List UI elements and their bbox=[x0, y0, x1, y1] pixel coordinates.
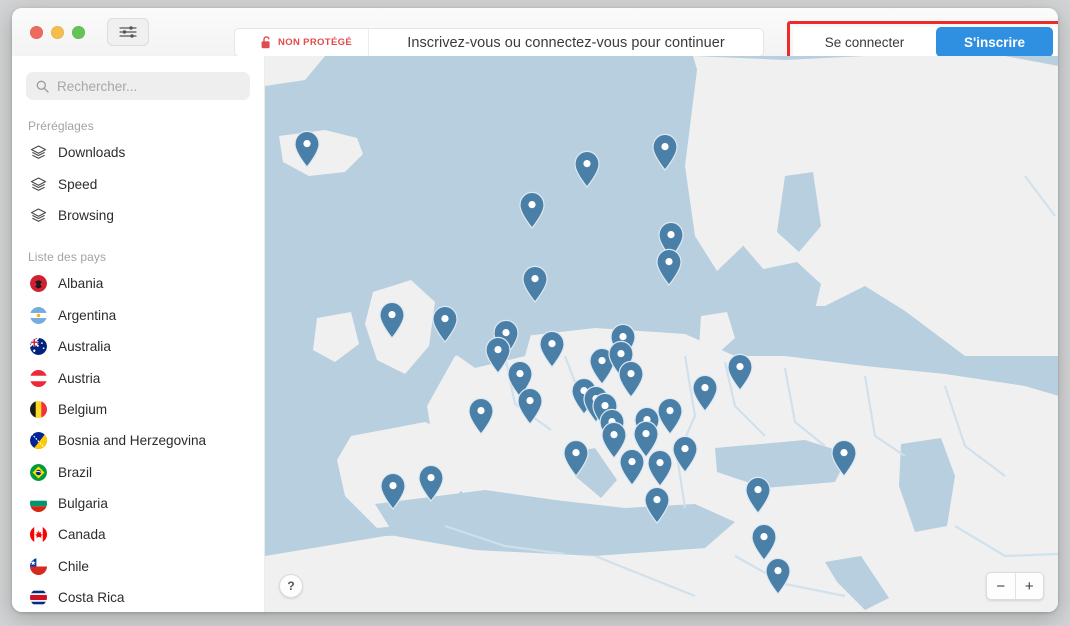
flag-icon bbox=[30, 526, 47, 544]
country-item-label: Brazil bbox=[58, 464, 92, 480]
minimize-button[interactable] bbox=[51, 25, 64, 39]
flag-icon bbox=[30, 495, 47, 513]
window-controls bbox=[30, 25, 85, 39]
presets-section-title: Préréglages bbox=[28, 119, 94, 133]
country-item-label: Belgium bbox=[58, 401, 108, 417]
flag-icon bbox=[30, 463, 47, 481]
map-server-pin[interactable] bbox=[292, 130, 322, 168]
country-item-label: Chile bbox=[58, 558, 89, 574]
app-window: NON PROTÉGÉ Inscrivez-vous ou connectez-… bbox=[12, 8, 1058, 612]
country-item-label: Australia bbox=[58, 339, 111, 355]
country-item-label: Costa Rica bbox=[58, 590, 125, 606]
preset-item-browsing[interactable]: Browsing bbox=[12, 200, 264, 231]
flag-icon bbox=[30, 275, 47, 293]
close-button[interactable] bbox=[30, 25, 43, 39]
country-item-austria[interactable]: Austria bbox=[12, 362, 264, 393]
flag-icon bbox=[30, 369, 47, 387]
flag-icon bbox=[30, 589, 47, 607]
country-item-label: Canada bbox=[58, 527, 106, 543]
unlock-icon bbox=[261, 36, 270, 49]
country-item-costa-rica[interactable]: Costa Rica bbox=[12, 582, 264, 612]
map-server-pin[interactable] bbox=[561, 439, 591, 477]
preset-item-label: Speed bbox=[58, 176, 98, 192]
security-label: NON PROTÉGÉ bbox=[278, 37, 353, 48]
map-server-pin[interactable] bbox=[466, 397, 496, 435]
layers-icon bbox=[30, 144, 47, 161]
map-server-pin[interactable] bbox=[517, 191, 547, 229]
help-button[interactable]: ? bbox=[279, 574, 303, 598]
world-map[interactable]: ? − + bbox=[265, 56, 1058, 612]
sign-in-button[interactable]: Se connecter bbox=[793, 27, 936, 57]
map-server-pin[interactable] bbox=[617, 448, 647, 486]
map-server-pin[interactable] bbox=[515, 387, 545, 425]
map-server-pin[interactable] bbox=[650, 133, 680, 171]
country-item-label: Bosnia and Herzegovina bbox=[58, 433, 207, 449]
country-item-australia[interactable]: Australia bbox=[12, 331, 264, 362]
security-indicator[interactable]: NON PROTÉGÉ bbox=[235, 29, 370, 56]
map-server-pin[interactable] bbox=[743, 476, 773, 514]
presets-list: Downloads Speed Browsing bbox=[12, 137, 264, 231]
flag-icon bbox=[30, 338, 47, 356]
auth-buttons: Se connecter S'inscrire bbox=[793, 27, 1057, 57]
preset-item-speed[interactable]: Speed bbox=[12, 168, 264, 199]
country-item-brazil[interactable]: Brazil bbox=[12, 457, 264, 488]
country-item-bulgaria[interactable]: Bulgaria bbox=[12, 488, 264, 519]
map-server-pin[interactable] bbox=[416, 464, 446, 502]
layers-icon bbox=[30, 176, 47, 193]
page-title-text: Inscrivez-vous ou connectez-vous pour co… bbox=[407, 34, 725, 51]
map-server-pin[interactable] bbox=[642, 486, 672, 524]
settings-button[interactable] bbox=[107, 18, 149, 46]
country-item-label: Albania bbox=[58, 276, 104, 292]
layers-icon bbox=[30, 207, 47, 224]
titlebar: NON PROTÉGÉ Inscrivez-vous ou connectez-… bbox=[12, 8, 1058, 63]
preset-item-downloads[interactable]: Downloads bbox=[12, 137, 264, 168]
countries-section-title: Liste des pays bbox=[28, 250, 107, 265]
map-server-pin[interactable] bbox=[430, 305, 460, 343]
search-input[interactable]: Rechercher... bbox=[26, 72, 250, 100]
map-server-pin[interactable] bbox=[725, 353, 755, 391]
country-item-argentina[interactable]: Argentina bbox=[12, 300, 264, 331]
flag-icon bbox=[30, 557, 47, 575]
map-server-pin[interactable] bbox=[616, 360, 646, 398]
map-zoom-controls: − + bbox=[986, 572, 1044, 600]
map-server-pin[interactable] bbox=[572, 150, 602, 188]
map-server-pin[interactable] bbox=[749, 523, 779, 561]
map-server-pin[interactable] bbox=[537, 330, 567, 368]
search-icon bbox=[36, 80, 49, 93]
map-server-pin[interactable] bbox=[377, 301, 407, 339]
map-server-pin[interactable] bbox=[690, 374, 720, 412]
zoom-button[interactable] bbox=[72, 25, 85, 39]
country-item-chile[interactable]: Chile bbox=[12, 551, 264, 582]
countries-list: Albania Argentina Australia Austria Belgium B… bbox=[12, 268, 264, 612]
flag-icon bbox=[30, 432, 47, 450]
country-item-albania[interactable]: Albania bbox=[12, 268, 264, 299]
zoom-out-button[interactable]: − bbox=[987, 573, 1016, 599]
map-server-pin[interactable] bbox=[654, 248, 684, 286]
main-content: Rechercher... Préréglages Downloads Speed… bbox=[12, 56, 1058, 612]
address-bar[interactable]: NON PROTÉGÉ Inscrivez-vous ou connectez-… bbox=[234, 28, 764, 57]
search-placeholder: Rechercher... bbox=[57, 78, 138, 94]
map-server-pin[interactable] bbox=[763, 557, 793, 595]
map-server-pin[interactable] bbox=[378, 472, 408, 510]
map-server-pin[interactable] bbox=[829, 439, 859, 477]
sliders-icon bbox=[119, 26, 137, 38]
map-server-pin[interactable] bbox=[520, 265, 550, 303]
country-item-label: Austria bbox=[58, 370, 101, 386]
zoom-in-button[interactable]: + bbox=[1016, 573, 1044, 599]
flag-icon bbox=[30, 306, 47, 324]
preset-item-label: Browsing bbox=[58, 207, 114, 223]
sign-up-button[interactable]: S'inscrire bbox=[936, 27, 1053, 57]
country-item-label: Bulgaria bbox=[58, 496, 108, 512]
preset-item-label: Downloads bbox=[58, 145, 126, 161]
sidebar: Rechercher... Préréglages Downloads Speed… bbox=[12, 56, 265, 612]
country-item-label: Argentina bbox=[58, 307, 117, 323]
flag-icon bbox=[30, 400, 47, 418]
map-server-pin[interactable] bbox=[645, 449, 675, 487]
country-item-bosnia-and-herzegovina[interactable]: Bosnia and Herzegovina bbox=[12, 425, 264, 456]
country-item-belgium[interactable]: Belgium bbox=[12, 394, 264, 425]
app-root: NON PROTÉGÉ Inscrivez-vous ou connectez-… bbox=[0, 0, 1070, 626]
country-item-canada[interactable]: Canada bbox=[12, 519, 264, 550]
